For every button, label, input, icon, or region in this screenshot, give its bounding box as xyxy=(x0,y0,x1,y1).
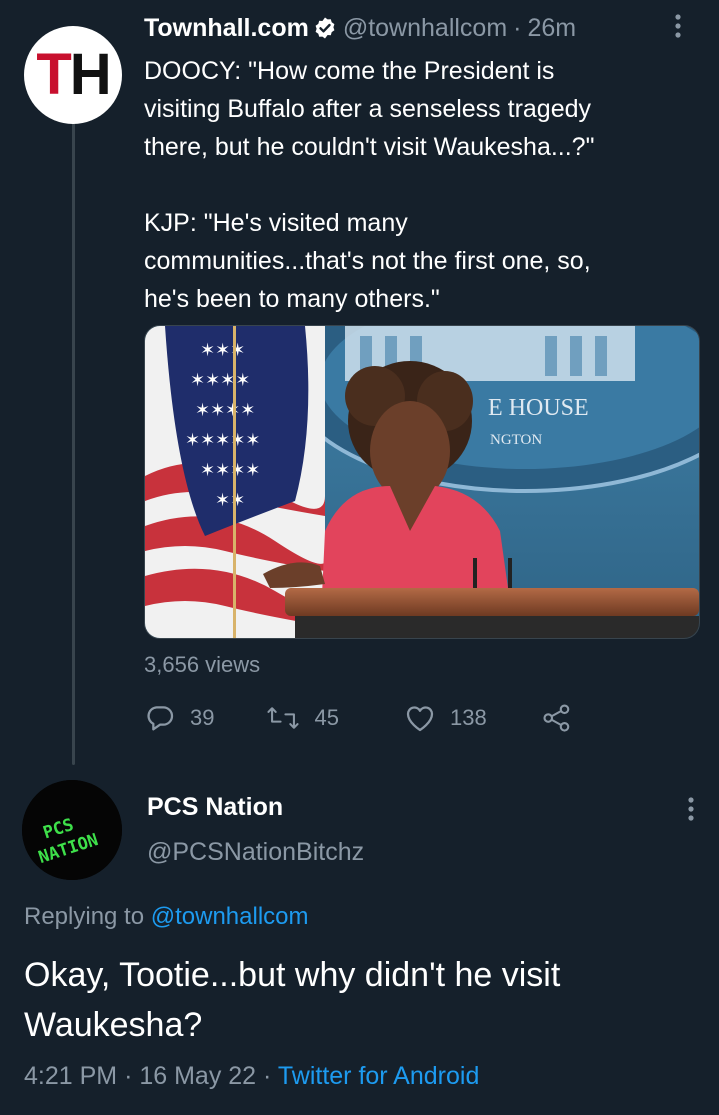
original-tweet[interactable]: Townhall.com @townhallcom · 26m DOOCY: "… xyxy=(144,8,704,318)
backdrop-text-washington: NGTON xyxy=(490,432,542,448)
svg-text:✶✶: ✶✶ xyxy=(215,490,245,511)
tweet-media-image[interactable]: E HOUSE NGTON ✶✶✶ ✶✶✶✶ ✶✶✶✶ ✶✶✶✶✶ ✶✶✶✶ ✶… xyxy=(144,325,700,639)
replying-to-line: Replying to @townhallcom xyxy=(24,903,309,931)
logo-letter-h: H xyxy=(69,42,112,107)
pcs-nation-logo: PCS NATION xyxy=(22,780,122,880)
like-button[interactable]: 138 xyxy=(404,703,487,733)
author-handle[interactable]: @townhallcom xyxy=(343,8,507,48)
retweet-count: 45 xyxy=(314,705,339,730)
townhall-avatar[interactable]: TH xyxy=(24,26,122,124)
separator-dot: · xyxy=(513,14,522,42)
pcs-nation-avatar[interactable]: PCS NATION xyxy=(22,780,122,880)
tweet-body: DOOCY: "How come the President is visiti… xyxy=(144,57,595,313)
reply-date[interactable]: 16 May 22 xyxy=(139,1062,256,1090)
more-options-icon[interactable] xyxy=(687,796,695,827)
reply-time[interactable]: 4:21 PM xyxy=(24,1062,117,1090)
reply-source-link[interactable]: Twitter for Android xyxy=(278,1062,479,1090)
separator-dot: · xyxy=(124,1062,133,1090)
svg-text:✶✶✶✶: ✶✶✶✶ xyxy=(190,370,250,391)
logo-letter-t: T xyxy=(36,42,71,107)
like-count: 138 xyxy=(449,705,487,730)
townhall-logo: TH xyxy=(36,42,112,107)
author-display-name[interactable]: Townhall.com xyxy=(144,8,309,48)
tweet-header: Townhall.com @townhallcom · 26m xyxy=(144,8,704,48)
reply-metadata: 4:21 PM · 16 May 22 · Twitter for Androi… xyxy=(24,1062,479,1091)
retweet-icon xyxy=(266,703,300,733)
retweet-button[interactable]: 45 xyxy=(266,703,339,733)
verified-badge-icon xyxy=(313,16,337,40)
more-options-icon[interactable] xyxy=(674,13,682,43)
svg-text:✶✶✶✶: ✶✶✶✶ xyxy=(200,460,260,481)
svg-text:✶✶✶: ✶✶✶ xyxy=(200,340,245,361)
replying-to-mention[interactable]: @townhallcom xyxy=(151,903,309,930)
view-count: 3,656 views xyxy=(144,652,261,677)
press-briefing-illustration: E HOUSE NGTON ✶✶✶ ✶✶✶✶ ✶✶✶✶ ✶✶✶✶✶ ✶✶✶✶ ✶… xyxy=(145,326,699,638)
svg-text:✶✶✶✶✶: ✶✶✶✶✶ xyxy=(185,430,260,451)
like-icon xyxy=(404,703,436,733)
reply-author-display-name[interactable]: PCS Nation xyxy=(147,793,283,822)
share-icon xyxy=(542,703,572,733)
separator-dot: · xyxy=(263,1062,272,1090)
thread-connector-line xyxy=(72,120,75,765)
replying-prefix: Replying to xyxy=(24,903,145,930)
tweet-time[interactable]: 26m xyxy=(528,8,577,48)
backdrop-text-house: E HOUSE xyxy=(488,395,589,421)
reply-icon xyxy=(144,702,176,734)
tweet-actions-bar: 39 45 138 xyxy=(144,702,572,734)
reply-button[interactable]: 39 xyxy=(144,702,214,734)
share-button[interactable] xyxy=(542,703,572,733)
reply-body: Okay, Tootie...but why didn't he visit W… xyxy=(24,956,561,1044)
reply-author-handle[interactable]: @PCSNationBitchz xyxy=(147,838,364,867)
svg-text:✶✶✶✶: ✶✶✶✶ xyxy=(195,400,255,421)
reply-count: 39 xyxy=(190,705,215,730)
